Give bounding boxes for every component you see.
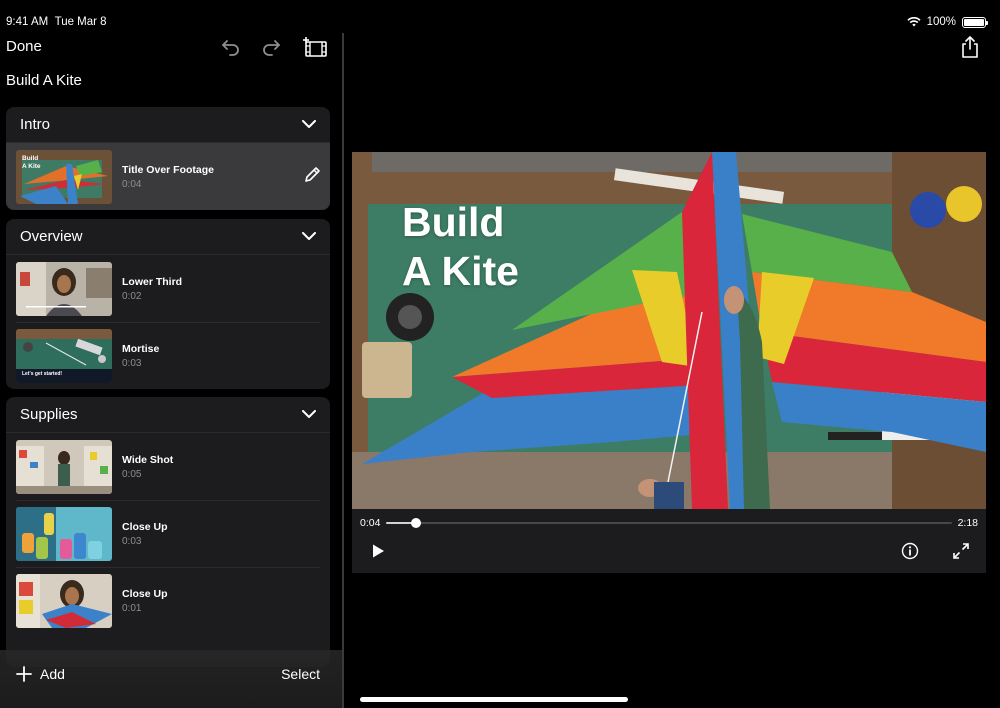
clip-duration: 0:05 (122, 468, 142, 480)
clip-title-over-footage[interactable]: Build A Kite Title Over Footage 0:04 (6, 143, 330, 210)
share-icon[interactable] (960, 36, 980, 58)
section-supplies: Supplies Wide Shot 0:05 Close Up 0:03 Cl… (6, 397, 330, 667)
clip-info: Mortise 0:03 (122, 343, 159, 369)
clip-title: Lower Third (122, 275, 183, 288)
clip-close-up[interactable]: Close Up 0:01 (6, 567, 330, 634)
add-button[interactable]: Add (16, 666, 65, 682)
project-sidebar: Done Build A Kite Intro Build A Kite Tit… (0, 0, 342, 708)
scrubber-handle[interactable] (411, 518, 422, 528)
clip-duration: 0:03 (122, 357, 142, 369)
video-preview[interactable]: Build A Kite (352, 152, 986, 509)
project-title: Build A Kite (6, 72, 82, 89)
clip-thumbnail (16, 506, 112, 561)
clip-close-up[interactable]: Close Up 0:03 (6, 500, 330, 567)
clip-library-icon[interactable] (302, 36, 328, 58)
clip-thumbnail (16, 573, 112, 628)
clip-title: Mortise (122, 342, 160, 355)
status-indicators: 100% (907, 16, 988, 28)
pencil-icon[interactable] (302, 165, 322, 185)
wifi-icon (907, 17, 921, 27)
bottom-toolbar: Add Select (0, 650, 342, 708)
clip-title: Wide Shot (122, 453, 174, 466)
clip-duration: 0:04 (122, 178, 142, 190)
current-time: 0:04 (360, 517, 381, 529)
clip-info: Title Over Footage 0:04 (122, 164, 214, 190)
thumbnail-caption-overlay: Let's get started! (22, 370, 63, 377)
total-time: 2:18 (957, 517, 978, 529)
chevron-down-icon (302, 120, 316, 128)
video-title-overlay: Build A Kite (402, 199, 519, 294)
info-icon[interactable] (901, 542, 919, 560)
clip-duration: 0:03 (122, 535, 142, 547)
clip-thumbnail: Let's get started! (16, 328, 112, 383)
plus-icon (16, 666, 32, 682)
clip-info: Close Up 0:03 (122, 521, 168, 547)
play-icon[interactable] (370, 543, 386, 559)
section-title: Supplies (20, 406, 78, 423)
section-header-supplies[interactable]: Supplies (6, 397, 330, 433)
clip-duration: 0:01 (122, 602, 142, 614)
section-title: Intro (20, 116, 51, 133)
clip-info: Close Up 0:01 (122, 588, 168, 614)
section-intro: Intro Build A Kite Title Over Footage 0:… (6, 107, 330, 210)
scrubber-track[interactable] (386, 518, 952, 528)
battery-percentage: 100% (926, 16, 956, 28)
redo-icon[interactable] (258, 36, 284, 58)
playback-controls: 0:04 2:18 (352, 509, 986, 573)
add-label: Add (40, 666, 65, 682)
clip-thumbnail (16, 261, 112, 316)
clip-thumbnail (16, 439, 112, 494)
select-button[interactable]: Select (281, 666, 320, 682)
clip-title: Close Up (122, 587, 168, 600)
clip-info: Lower Third 0:02 (122, 276, 182, 302)
clip-title: Close Up (122, 520, 168, 533)
clip-lower-third[interactable]: Lower Third 0:02 (6, 255, 330, 322)
section-header-overview[interactable]: Overview (6, 219, 330, 255)
clip-info: Wide Shot 0:05 (122, 454, 173, 480)
clip-title: Title Over Footage (122, 163, 214, 176)
expand-icon[interactable] (952, 542, 970, 560)
clip-duration: 0:02 (122, 290, 142, 302)
thumbnail-title-overlay: Build A Kite (22, 154, 41, 170)
done-button[interactable]: Done (6, 38, 42, 55)
home-indicator (360, 697, 628, 702)
section-header-intro[interactable]: Intro (6, 107, 330, 143)
clip-wide-shot[interactable]: Wide Shot 0:05 (6, 433, 330, 500)
clip-mortise[interactable]: Let's get started! Mortise 0:03 (6, 322, 330, 389)
battery-icon (962, 16, 988, 28)
chevron-down-icon (302, 410, 316, 418)
clip-thumbnail: Build A Kite (16, 149, 112, 204)
undo-icon[interactable] (218, 36, 244, 58)
section-title: Overview (20, 228, 83, 245)
section-overview: Overview Lower Third 0:02 Let's get star… (6, 219, 330, 389)
pane-divider[interactable] (342, 33, 344, 708)
chevron-down-icon (302, 232, 316, 240)
